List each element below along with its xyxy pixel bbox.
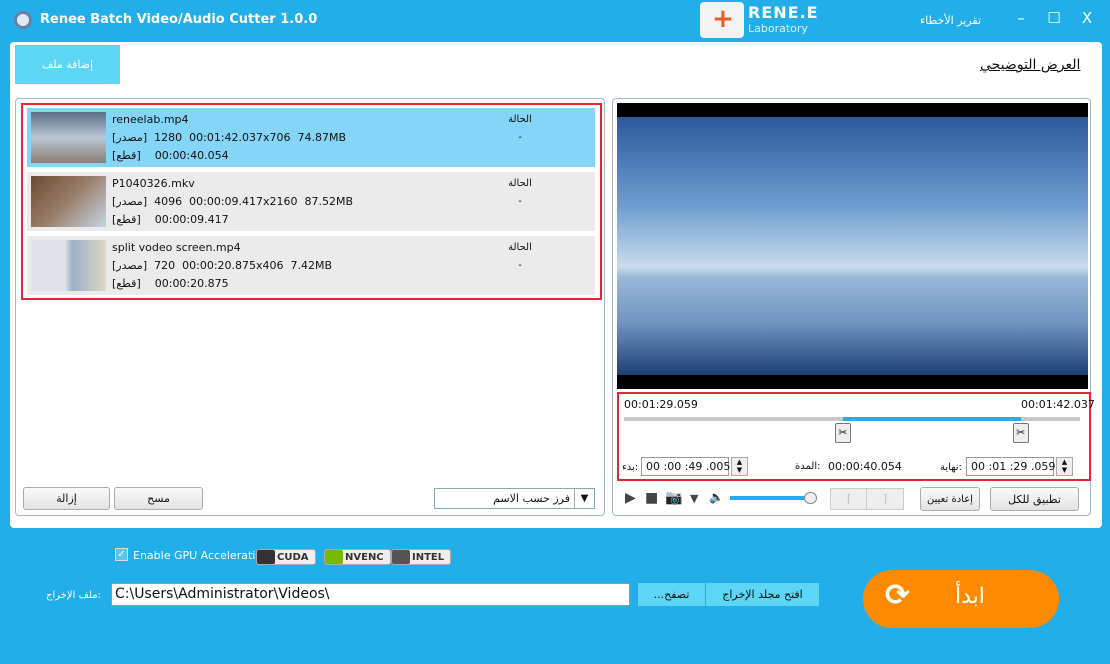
start-time-input[interactable]: 00 :00 :49 .005 [641,457,730,476]
gpu-checkbox[interactable]: ✓ [115,548,128,561]
play-icon[interactable]: ▶ [625,490,636,506]
file-cut: [قطع] 00:00:20.875 [112,277,229,290]
cut-label: [قطع] [112,149,141,162]
refresh-icon: ⟳ [885,578,911,613]
start-label: ابدأ [955,584,985,609]
timeline-track[interactable] [624,417,1080,421]
logo-icon: + [700,2,744,38]
intel-label: INTEL [412,551,445,563]
file-name: split vodeo screen.mp4 [112,241,241,254]
file-source: [مصدر] 00:01:42.037 1280x706 74.87MB [112,131,346,144]
status-label: الحالة [508,114,532,125]
app-icon [14,11,32,29]
source-info: 00:00:09.417 4096x2160 87.52MB [154,195,354,208]
source-label: [مصدر] [112,195,148,208]
source-label: [مصدر] [112,131,148,144]
output-path-input[interactable]: C:\Users\Administrator\Videos\ [111,583,630,606]
nvidia-icon [325,550,343,564]
open-folder-button[interactable]: افتح مجلد الإخراج [706,583,819,606]
window-title: Renee Batch Video/Audio Cutter 1.0.0 [40,12,318,27]
nvenc-badge: NVENC [324,549,391,565]
status-value: - [518,196,522,207]
chevron-down-icon[interactable]: ▼ [574,489,594,508]
file-row[interactable]: reneelab.mp4 [مصدر] 00:01:42.037 1280x70… [27,108,595,167]
reset-button[interactable]: إعادة تعيين [920,487,980,511]
stop-icon[interactable]: ■ [645,490,658,506]
duration-value: 00:00:40.054 [828,460,902,473]
end-time-spinner[interactable]: ▲ ▼ [1056,457,1073,476]
demo-link[interactable]: العرض التوضيحي [980,57,1080,73]
maximize-button[interactable]: ☐ [1045,9,1063,27]
file-name: reneelab.mp4 [112,113,189,126]
sort-select-value: فرز حسب الاسم [493,492,570,505]
cut-label: [قطع] [112,213,141,226]
end-label: نهاية: [940,462,962,473]
error-report-link[interactable]: تقرير الأخطاء [920,14,981,27]
file-cut: [قطع] 00:00:40.054 [112,149,229,162]
apply-all-button[interactable]: تطبيق للكل [990,487,1079,511]
snapshot-dropdown-icon[interactable]: ▼ [690,492,698,505]
volume-knob[interactable] [804,492,817,504]
cuda-label: CUDA [277,551,309,563]
gpu-label: Enable GPU Acceleration [133,549,270,562]
file-name: P1040326.mkv [112,177,195,190]
logo-text: RENE.E [748,3,819,22]
duration-label: المدة: [795,461,821,472]
logo-subtext: Laboratory [748,22,808,35]
video-thumbnail [31,112,106,163]
cut-label: [قطع] [112,277,141,290]
nvenc-label: NVENC [345,551,384,563]
status-value: - [518,260,522,271]
camera-icon[interactable]: 📷 [665,490,682,506]
mark-out-button[interactable]: ] [866,488,904,510]
video-thumbnail [31,176,106,227]
sort-select[interactable]: فرز حسب الاسم ▼ [434,488,595,509]
clear-button[interactable]: مسح [114,487,203,510]
source-info: 00:01:42.037 1280x706 74.87MB [154,131,347,144]
file-source: [مصدر] 00:00:20.875 720x406 7.42MB [112,259,332,272]
cut-duration: 00:00:40.054 [154,149,229,162]
video-frame [617,117,1088,375]
cut-duration: 00:00:09.417 [154,213,229,226]
file-row[interactable]: split vodeo screen.mp4 [مصدر] 00:00:20.8… [27,236,595,295]
start-handle[interactable]: ✂ [834,423,851,443]
remove-button[interactable]: إزالة [23,487,110,510]
status-label: الحالة [508,178,532,189]
file-row[interactable]: P1040326.mkv [مصدر] 00:00:09.417 4096x21… [27,172,595,231]
video-thumbnail [31,240,106,291]
source-info: 00:00:20.875 720x406 7.42MB [154,259,333,272]
cuda-badge: CUDA [256,549,316,565]
intel-badge: INTEL [391,549,452,565]
file-source: [مصدر] 00:00:09.417 4096x2160 87.52MB [112,195,353,208]
video-preview [617,103,1088,389]
add-file-button[interactable]: إضافة ملف [15,45,120,84]
intel-icon [392,550,410,564]
volume-slider[interactable] [730,496,810,500]
end-time-input[interactable]: 00 :01 :29 .059 [966,457,1055,476]
start-time-spinner[interactable]: ▲ ▼ [731,457,748,476]
minimize-button[interactable]: – [1012,9,1030,27]
start-label: بدء: [622,462,639,473]
source-label: [مصدر] [112,259,148,272]
file-cut: [قطع] 00:00:09.417 [112,213,229,226]
cut-duration: 00:00:20.875 [154,277,229,290]
status-label: الحالة [508,242,532,253]
nvidia-icon [257,550,275,564]
start-button[interactable]: ⟳ ابدأ [863,570,1059,628]
timeline-left-time: 00:01:29.059 [624,398,698,411]
end-handle[interactable]: ✂ [1012,423,1029,443]
mark-in-button[interactable]: [ [830,488,868,510]
volume-icon[interactable]: 🔈 [709,490,724,504]
output-label: ملف الإخراج: [46,590,101,601]
timeline-right-time: 00:01:42.037 [1021,398,1095,411]
browse-button[interactable]: ...تصفح [638,583,705,606]
status-value: - [518,132,522,143]
close-button[interactable]: X [1078,9,1096,27]
timeline-selected-range [842,417,1021,421]
